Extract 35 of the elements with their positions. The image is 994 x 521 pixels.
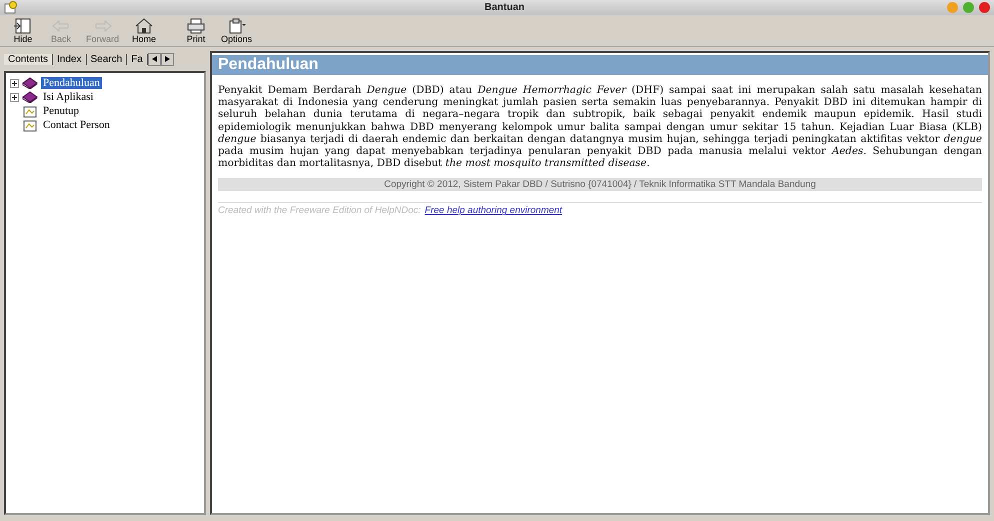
help-icon [4, 1, 18, 14]
tree-item[interactable]: Penutup [41, 105, 82, 117]
window-control-button[interactable] [979, 2, 990, 13]
scroll-right-button[interactable] [160, 52, 174, 66]
printer-icon [186, 18, 206, 34]
book-icon [22, 91, 38, 103]
copyright-text: Copyright © 2012, Sistem Pakar DBD / Sutrisno {0741004} / Teknik Informatika STT Mandala Bandung [218, 178, 982, 192]
options-button[interactable]: Options [217, 18, 256, 44]
scroll-left-button[interactable] [148, 52, 161, 66]
page-icon [22, 118, 38, 132]
house-icon [134, 18, 154, 34]
topic-title: Pendahuluan [212, 55, 988, 75]
print-button[interactable]: Print [179, 18, 214, 44]
panel-icon [13, 18, 33, 34]
page-icon [22, 104, 38, 118]
tab[interactable]: Contents [4, 54, 54, 64]
window-title: Bantuan [484, 2, 526, 13]
topic-paragraph: Penyakit Demam Berdarah Dengue (DBD) atau Dengue Hemorrhagic Fever (DHF) sampai saat ini merupakan salah satu masalah kesehatan masyarakat di Indonesia yang cenderung meningkat jumlah pasien serta semakin luas penyebarannya. Penyakit DBD ini ditemukan hampir di seluruh belahan dunia terutama di negara–negara tropik dan subtropik, baik sebagai penyakit endemik maupun epidemik. Hasil studi epidemiologik menunjukkan bahwa DBD menyerang kelompok umur balita sampai dengan umur sekitar 15 tahun. Kejadian Luar Biasa (KLB) dengue biasanya terjadi di daerah endemic dan berkaitan dengan datangnya musim hujan, sehingga terjadi peningkatan aktifitas vektor dengue pada musim hujan yang dapat menyebabkan terjadinya penularan penyakit DBD pada manusia melalui vektor Aedes. Sehubungan dengan morbiditas dan mortalitasnya, DBD disebut the most mosquito transmitted disease. [218, 85, 982, 170]
expand-icon[interactable] [10, 92, 19, 102]
tree-item[interactable]: Contact Person [41, 119, 112, 131]
left-arrow-icon [51, 18, 71, 34]
hide-button[interactable]: Hide [6, 18, 40, 44]
left-triangle-icon [152, 56, 157, 62]
book-icon [22, 77, 38, 89]
tab[interactable]: Search [86, 54, 128, 64]
options-icon [226, 18, 247, 34]
tree-item[interactable]: Isi Aplikasi [41, 91, 96, 103]
tab[interactable]: Index [53, 54, 86, 64]
tree-item[interactable]: Pendahuluan [41, 77, 102, 89]
footer-text: Created with the Freeware Edition of HelpNDoc: [218, 205, 421, 216]
expand-icon[interactable] [10, 78, 19, 88]
right-triangle-icon [164, 56, 170, 62]
footer-link[interactable]: Free help authoring environment [424, 205, 562, 216]
right-arrow-icon [92, 18, 112, 34]
home-button[interactable]: Home [127, 18, 162, 44]
